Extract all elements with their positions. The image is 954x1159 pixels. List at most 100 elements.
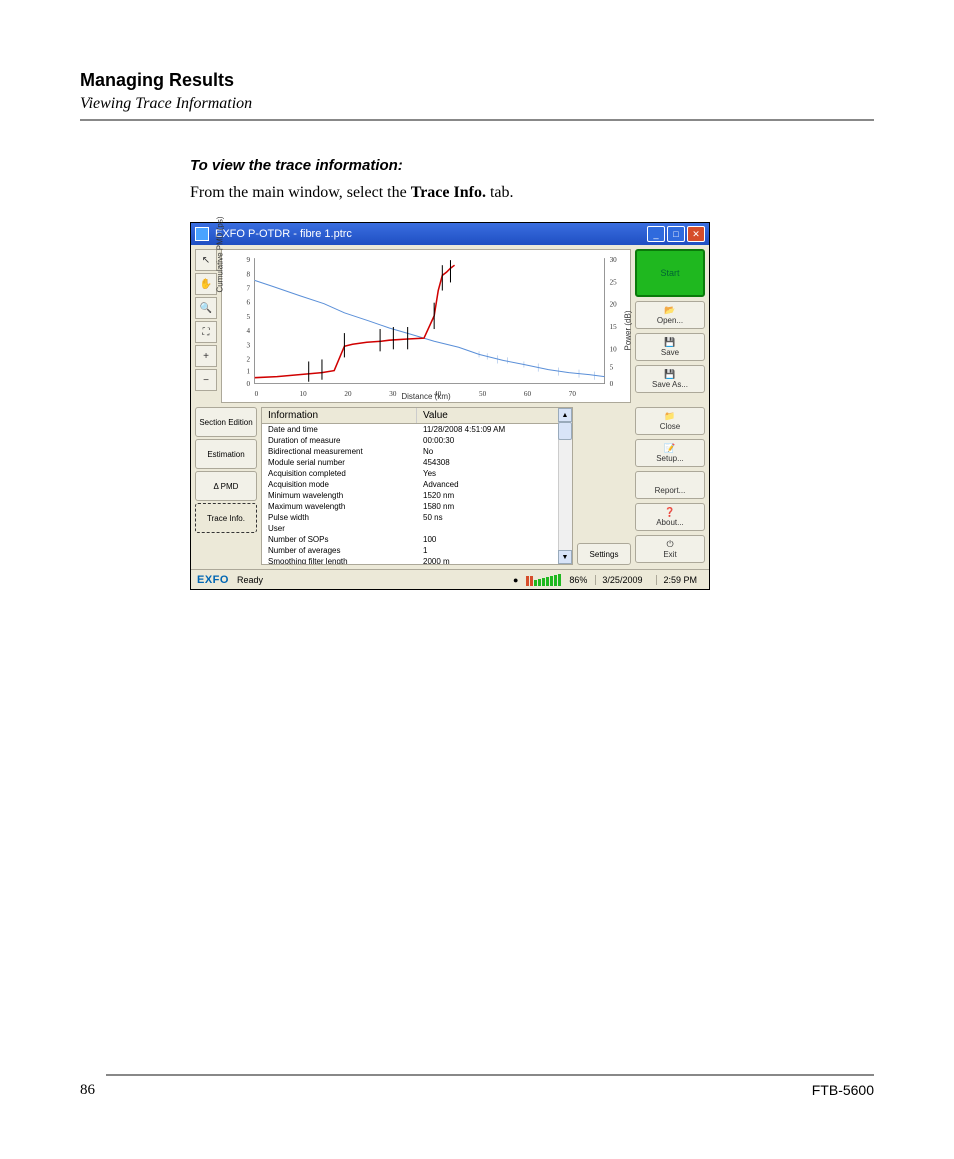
scrollbar-thumb[interactable] bbox=[558, 422, 572, 440]
page-number: 86 bbox=[80, 1082, 95, 1099]
zoom-out-icon[interactable]: − bbox=[195, 369, 217, 391]
table-row[interactable]: Duration of measure00:00:30 bbox=[262, 435, 572, 446]
setup-label: Setup... bbox=[656, 454, 684, 463]
zoom-fit-icon[interactable]: ⛶ bbox=[195, 321, 217, 343]
svg-text:5: 5 bbox=[610, 364, 614, 372]
pointer-tool-icon[interactable]: ↖ bbox=[195, 249, 217, 271]
svg-text:2: 2 bbox=[246, 355, 250, 363]
scroll-up-icon[interactable]: ▲ bbox=[558, 408, 572, 422]
tab-estimation[interactable]: Estimation bbox=[195, 439, 257, 469]
table-row[interactable]: Smoothing filter length2000 m bbox=[262, 556, 572, 564]
info-value: 1 bbox=[417, 545, 572, 556]
table-row[interactable]: Acquisition modeAdvanced bbox=[262, 479, 572, 490]
x-axis-label: Distance (km) bbox=[401, 392, 450, 401]
svg-text:30: 30 bbox=[610, 256, 618, 264]
tab-section-edition[interactable]: Section Edition bbox=[195, 407, 257, 437]
info-key: Smoothing filter length bbox=[262, 556, 417, 564]
status-ready: Ready bbox=[237, 575, 505, 585]
instruction-post: tab. bbox=[486, 184, 514, 201]
info-value: 1580 nm bbox=[417, 501, 572, 512]
info-value: 1520 nm bbox=[417, 490, 572, 501]
tab-delta-pmd[interactable]: Δ PMD bbox=[195, 471, 257, 501]
svg-text:6: 6 bbox=[246, 299, 250, 307]
battery-bars-icon bbox=[526, 574, 561, 586]
save-icon: 💾 bbox=[664, 337, 676, 347]
info-key: Acquisition completed bbox=[262, 468, 417, 479]
info-key: Pulse width bbox=[262, 512, 417, 523]
battery-percent: 86% bbox=[569, 575, 587, 585]
info-value: 11/28/2008 4:51:09 AM bbox=[417, 424, 572, 435]
header-rule bbox=[80, 119, 874, 121]
table-row[interactable]: Module serial number454308 bbox=[262, 457, 572, 468]
info-key: Date and time bbox=[262, 424, 417, 435]
table-row[interactable]: Pulse width50 ns bbox=[262, 512, 572, 523]
table-row[interactable]: Number of SOPs100 bbox=[262, 534, 572, 545]
trace-chart[interactable]: 9876543210 302520151050 010203040506070 bbox=[221, 249, 631, 403]
svg-text:30: 30 bbox=[389, 390, 397, 398]
svg-text:10: 10 bbox=[610, 345, 618, 353]
y-axis-right-label: Power (dB) bbox=[624, 310, 633, 350]
save-as-button[interactable]: 💾Save As... bbox=[635, 365, 705, 393]
svg-text:25: 25 bbox=[610, 278, 618, 286]
info-key: Minimum wavelength bbox=[262, 490, 417, 501]
help-icon: ❓ bbox=[664, 507, 676, 517]
setup-button[interactable]: 📝Setup... bbox=[635, 439, 705, 467]
info-key: Number of SOPs bbox=[262, 534, 417, 545]
info-header-value[interactable]: Value bbox=[417, 408, 572, 423]
info-key: Number of averages bbox=[262, 545, 417, 556]
info-value: Yes bbox=[417, 468, 572, 479]
info-value: Advanced bbox=[417, 479, 572, 490]
info-key: Maximum wavelength bbox=[262, 501, 417, 512]
hand-tool-icon[interactable]: ✋ bbox=[195, 273, 217, 295]
report-button[interactable]: Report... bbox=[635, 471, 705, 499]
info-value: 100 bbox=[417, 534, 572, 545]
close-button[interactable]: ✕ bbox=[687, 226, 705, 242]
table-row[interactable]: Maximum wavelength1580 nm bbox=[262, 501, 572, 512]
save-as-icon: 💾 bbox=[664, 369, 676, 379]
info-value: 50 ns bbox=[417, 512, 572, 523]
close-file-label: Close bbox=[660, 422, 680, 431]
start-button[interactable]: Start bbox=[635, 249, 705, 297]
table-row[interactable]: Acquisition completedYes bbox=[262, 468, 572, 479]
report-label: Report... bbox=[655, 486, 686, 495]
info-value bbox=[417, 523, 572, 534]
info-table-header: Information Value bbox=[262, 408, 572, 424]
info-table-body: Date and time11/28/2008 4:51:09 AMDurati… bbox=[262, 424, 572, 564]
settings-button[interactable]: Settings bbox=[577, 543, 631, 565]
table-row[interactable]: Bidirectional measurementNo bbox=[262, 446, 572, 457]
zoom-tool-icon[interactable]: 🔍 bbox=[195, 297, 217, 319]
info-key: Duration of measure bbox=[262, 435, 417, 446]
svg-text:15: 15 bbox=[610, 323, 618, 331]
tab-trace-info[interactable]: Trace Info. bbox=[195, 503, 257, 533]
table-row[interactable]: User bbox=[262, 523, 572, 534]
svg-text:1: 1 bbox=[246, 368, 250, 376]
close-file-button[interactable]: 📁Close bbox=[635, 407, 705, 435]
open-button[interactable]: 📂Open... bbox=[635, 301, 705, 329]
status-bar: EXFO Ready ● 86% 3/25/2009 2:59 PM bbox=[191, 569, 709, 589]
status-time: 2:59 PM bbox=[656, 575, 703, 585]
info-header-information[interactable]: Information bbox=[262, 408, 417, 423]
table-row[interactable]: Number of averages1 bbox=[262, 545, 572, 556]
app-icon bbox=[195, 227, 209, 241]
action-panel-lower: 📁Close 📝Setup... Report... ❓About... ⏻Ex… bbox=[635, 407, 705, 565]
instruction-bold: Trace Info. bbox=[411, 184, 486, 201]
setup-icon: 📝 bbox=[664, 443, 676, 453]
svg-text:3: 3 bbox=[246, 341, 250, 349]
maximize-button[interactable]: □ bbox=[667, 226, 685, 242]
about-button[interactable]: ❓About... bbox=[635, 503, 705, 531]
save-button[interactable]: 💾Save bbox=[635, 333, 705, 361]
svg-text:10: 10 bbox=[300, 390, 308, 398]
table-row[interactable]: Date and time11/28/2008 4:51:09 AM bbox=[262, 424, 572, 435]
svg-text:20: 20 bbox=[344, 390, 352, 398]
exit-button[interactable]: ⏻Exit bbox=[635, 535, 705, 563]
minimize-button[interactable]: _ bbox=[647, 226, 665, 242]
table-row[interactable]: Minimum wavelength1520 nm bbox=[262, 490, 572, 501]
report-icon bbox=[664, 475, 676, 485]
svg-text:0: 0 bbox=[246, 380, 250, 388]
zoom-in-icon[interactable]: + bbox=[195, 345, 217, 367]
trace-info-panel: Information Value Date and time11/28/200… bbox=[261, 407, 573, 565]
svg-text:20: 20 bbox=[610, 301, 618, 309]
power-icon: ⏻ bbox=[664, 539, 676, 549]
y-axis-left-label: Cumulative PMD (ps) bbox=[216, 216, 225, 292]
scroll-down-icon[interactable]: ▼ bbox=[558, 550, 572, 564]
